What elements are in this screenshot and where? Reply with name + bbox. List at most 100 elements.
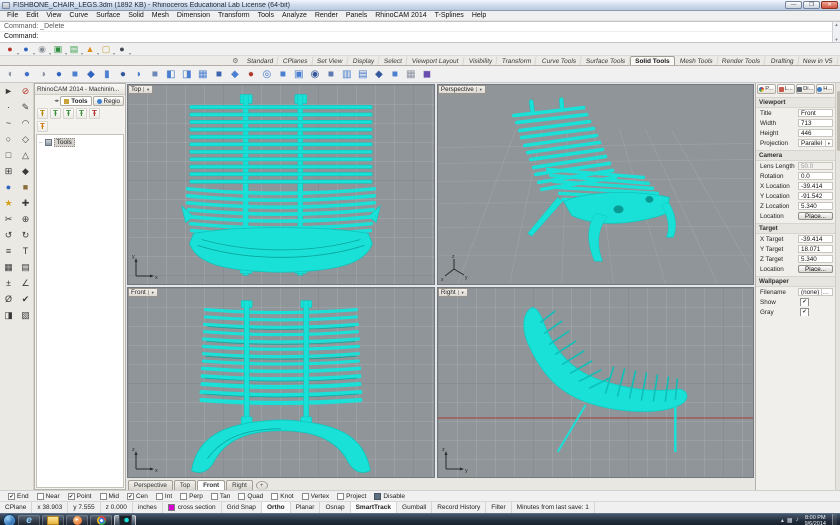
- solid-tool-icon[interactable]: ■: [324, 67, 338, 81]
- property-value[interactable]: Place...: [798, 212, 833, 220]
- properties-scrollbar[interactable]: [835, 83, 840, 490]
- viewport-tab[interactable]: Perspective: [128, 480, 173, 490]
- status-toggle[interactable]: Filter: [486, 502, 511, 513]
- solid-tool-icon[interactable]: ■: [148, 67, 162, 81]
- polygon[interactable]: △: [17, 147, 34, 163]
- text-tool[interactable]: T: [17, 243, 34, 259]
- edit-tool[interactable]: Ŧ: [76, 108, 87, 119]
- viewport-front[interactable]: Front▼: [127, 287, 435, 478]
- checkbox-icon[interactable]: [337, 493, 344, 500]
- diameter-dim[interactable]: Ø: [0, 291, 17, 307]
- select-cutting-tool[interactable]: Ŧ: [37, 121, 48, 132]
- osnap-toggle[interactable]: Point: [68, 493, 92, 500]
- viewport-right[interactable]: Right▼: [437, 287, 754, 478]
- toolbar-tab[interactable]: Mesh Tools: [674, 56, 718, 65]
- shade-half[interactable]: ◨: [0, 307, 17, 323]
- property-value[interactable]: Parallel: [798, 139, 833, 147]
- properties-tab[interactable]: P...: [757, 84, 776, 94]
- status-cell[interactable]: CPlane: [0, 502, 32, 513]
- solid-tool-icon[interactable]: ◎: [260, 67, 274, 81]
- load-tool-library[interactable]: Ŧ: [50, 108, 61, 119]
- viewport-front-label[interactable]: Front▼: [128, 288, 158, 297]
- command-input[interactable]: Command:: [0, 32, 840, 42]
- solid-tool-icon[interactable]: ◆: [84, 67, 98, 81]
- solid-tool-icon[interactable]: ■: [68, 67, 82, 81]
- viewport-menu-arrow-icon[interactable]: ▼: [476, 87, 483, 92]
- ellipse[interactable]: ◇: [17, 131, 34, 147]
- menu-item[interactable]: Surface: [92, 12, 124, 19]
- solid-tool-icon[interactable]: ▤: [356, 67, 370, 81]
- arc[interactable]: ◠: [17, 115, 34, 131]
- tray-icon[interactable]: ▦: [787, 517, 793, 524]
- osnap-toggle[interactable]: Quad: [238, 493, 263, 500]
- show-desktop-button[interactable]: [832, 514, 837, 525]
- status-toggle[interactable]: Planar: [291, 502, 321, 513]
- solid-tool-icon[interactable]: ▮: [100, 67, 114, 81]
- toolbar-tab[interactable]: Display: [347, 56, 380, 65]
- status-cell[interactable]: x 38.903: [32, 502, 68, 513]
- status-toggle[interactable]: Minutes from last save: 1: [512, 502, 595, 513]
- current-layer-cell[interactable]: cross section: [163, 502, 222, 513]
- osnap-toggle[interactable]: Mid: [100, 493, 119, 500]
- checkbox-icon[interactable]: [238, 493, 245, 500]
- osnap-toggle[interactable]: Perp: [180, 493, 203, 500]
- osnap-toggle[interactable]: End: [8, 493, 29, 500]
- windows-explorer-icon[interactable]: [42, 515, 64, 525]
- viewport-menu-arrow-icon[interactable]: ▼: [148, 290, 155, 295]
- checkbox-icon[interactable]: [374, 493, 381, 500]
- delete-tool[interactable]: Ŧ: [89, 108, 100, 119]
- property-value[interactable]: [798, 308, 833, 316]
- status-cell[interactable]: inches: [133, 502, 163, 513]
- checkbox-icon[interactable]: [271, 493, 278, 500]
- render-cone[interactable]: ▲: [84, 44, 96, 55]
- osnap-toggle[interactable]: Knot: [271, 493, 293, 500]
- layers-list[interactable]: ≡: [0, 243, 17, 259]
- property-value[interactable]: (none): [798, 288, 833, 296]
- tray-icon[interactable]: ♪: [796, 517, 799, 524]
- checkbox-icon[interactable]: [180, 493, 187, 500]
- toolbar-tab[interactable]: Solid Tools: [630, 56, 675, 65]
- osnap-toggle[interactable]: Disable: [374, 493, 405, 500]
- rhino-taskbar-icon[interactable]: [114, 515, 136, 525]
- tray-icon[interactable]: ▴: [781, 517, 784, 524]
- menu-item[interactable]: Mesh: [148, 12, 173, 19]
- checkbox-icon[interactable]: [211, 493, 218, 500]
- osnap-toggle[interactable]: Cen: [127, 493, 148, 500]
- solid-tool-icon[interactable]: ●: [116, 67, 130, 81]
- hatch[interactable]: ▤: [17, 259, 34, 275]
- render-red-sphere[interactable]: ●: [4, 44, 16, 55]
- surface-grid[interactable]: ⊞: [0, 163, 17, 179]
- property-value[interactable]: [798, 298, 833, 306]
- osnap-toggle[interactable]: Near: [37, 493, 60, 500]
- menu-item[interactable]: Help: [468, 12, 490, 19]
- solid-tool-icon[interactable]: ▦: [404, 67, 418, 81]
- toolbar-tab[interactable]: Set View: [312, 56, 349, 65]
- offset[interactable]: ±: [0, 275, 17, 291]
- property-value[interactable]: 50.0: [798, 162, 833, 170]
- circle[interactable]: ○: [0, 131, 17, 147]
- status-toggle[interactable]: Gumball: [397, 502, 432, 513]
- menu-item[interactable]: RhinoCAM 2014: [371, 12, 430, 19]
- toolbar-tab[interactable]: Transform: [497, 56, 538, 65]
- viewport-menu-arrow-icon[interactable]: ▼: [458, 290, 465, 295]
- render-preview[interactable]: ▤: [68, 44, 80, 55]
- solid-box[interactable]: ◆: [17, 163, 34, 179]
- status-toggle[interactable]: Osnap: [320, 502, 350, 513]
- menu-item[interactable]: File: [3, 12, 22, 19]
- solid-tool-icon[interactable]: ■: [276, 67, 290, 81]
- viewport-tab[interactable]: Top: [174, 480, 196, 490]
- solid-tool-icon[interactable]: ◧: [164, 67, 178, 81]
- checkbox-icon[interactable]: [156, 493, 163, 500]
- solid-tool-icon[interactable]: ▦: [196, 67, 210, 81]
- rhinocam-stop[interactable]: ⊘: [17, 83, 34, 99]
- osnap-toggle[interactable]: Int: [156, 493, 172, 500]
- menu-item[interactable]: Curve: [65, 12, 92, 19]
- checkbox-icon[interactable]: [100, 493, 107, 500]
- solid-tool-icon[interactable]: ◉: [308, 67, 322, 81]
- solid-tool-icon[interactable]: ●: [52, 67, 66, 81]
- viewport-perspective-label[interactable]: Perspective▼: [438, 85, 486, 94]
- property-value[interactable]: 5.340: [798, 202, 833, 210]
- mesh-tool[interactable]: ▦: [0, 259, 17, 275]
- property-value[interactable]: -91.542: [798, 192, 833, 200]
- checkbox-icon[interactable]: [68, 493, 75, 500]
